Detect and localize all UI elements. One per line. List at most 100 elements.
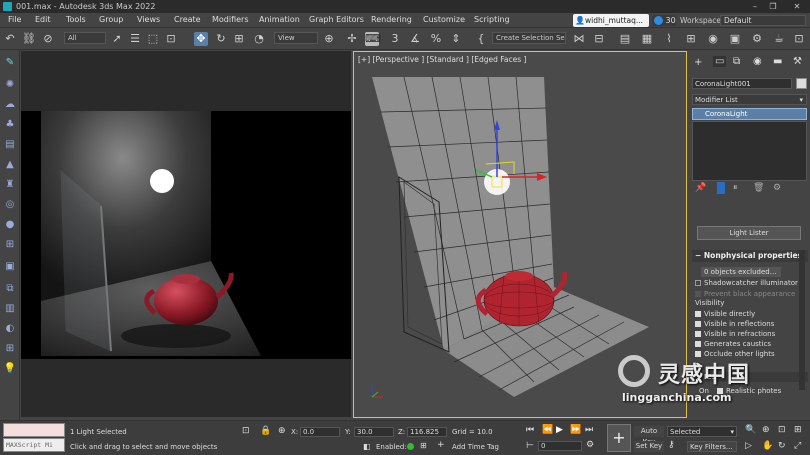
layer-explorer-icon[interactable]: ▤ — [618, 32, 632, 46]
bulb-icon[interactable]: 💡 — [3, 362, 17, 376]
named-selection-select[interactable]: Create Selection Se — [492, 32, 566, 44]
cylinder-icon[interactable]: ◎ — [3, 198, 17, 212]
create-icon[interactable]: ✎ — [3, 56, 17, 70]
viewport-label[interactable]: [+] [Perspective ] [Standard ] [Edged Fa… — [358, 55, 526, 64]
utilities-tab-icon[interactable]: ⚒ — [793, 56, 802, 67]
key-mode-select[interactable]: Selected ▾ — [667, 426, 737, 437]
add-time-tag-icon[interactable]: + — [437, 440, 445, 450]
zoom-all-icon[interactable]: ⊕ — [762, 425, 770, 435]
select-by-name-icon[interactable]: ☰ — [128, 32, 142, 46]
go-to-start-icon[interactable]: ⏮ — [526, 425, 534, 435]
curve-editor-icon[interactable]: ⌇ — [662, 32, 676, 46]
layers-icon[interactable]: ▤ — [3, 138, 17, 152]
menu-rendering[interactable]: Rendering — [371, 15, 412, 24]
play-icon[interactable]: ▶ — [556, 425, 563, 435]
toggle-ribbon-icon[interactable]: ▦ — [640, 32, 654, 46]
menu-animation[interactable]: Animation — [259, 15, 300, 24]
prevent-black-checkbox[interactable]: Prevent black appearance — [695, 290, 795, 298]
workspace-select[interactable]: Default — [720, 15, 806, 26]
visible-directly-checkbox[interactable]: Visible directly — [695, 310, 755, 318]
menu-file[interactable]: File — [8, 15, 21, 24]
go-to-end-icon[interactable]: ⏭ — [585, 425, 593, 435]
z-coord-field[interactable]: 116.825 — [407, 427, 447, 437]
tree-icon[interactable]: ♣ — [3, 118, 17, 132]
visible-refractions-checkbox[interactable]: Visible in refractions — [695, 330, 775, 338]
material-editor-icon[interactable]: ◉ — [706, 32, 720, 46]
pin-stack-icon[interactable]: 📌 — [695, 183, 706, 193]
grid-icon[interactable]: ⊞ — [3, 238, 17, 252]
rect-selection-icon[interactable]: ⬚ — [146, 32, 160, 46]
maximize-viewport-icon[interactable]: ⤢ — [794, 441, 801, 451]
object-color-swatch[interactable] — [796, 78, 807, 89]
menu-group[interactable]: Group — [99, 15, 123, 24]
orbit-icon[interactable]: ↻ — [778, 441, 786, 451]
keyboard-shortcut-icon[interactable]: ⌨ — [365, 32, 381, 46]
maxscript-input[interactable]: MAXScript Mi — [3, 438, 65, 452]
spinner-snap-icon[interactable]: ⇕ — [449, 32, 463, 46]
notifications-button[interactable]: 30 — [652, 15, 676, 26]
cone-icon[interactable]: ▲ — [3, 158, 17, 172]
set-key-big-button[interactable]: + — [607, 424, 631, 452]
render-production-icon[interactable]: ⊡ — [792, 32, 806, 46]
align-icon[interactable]: ⊟ — [592, 32, 606, 46]
bottle-icon[interactable]: ♜ — [3, 178, 17, 192]
add-time-tag-button[interactable]: Add Time Tag — [452, 443, 499, 451]
exclude-button[interactable]: 0 objects excluded... — [701, 267, 781, 277]
set-key-button[interactable]: Set Key — [634, 441, 664, 452]
next-frame-icon[interactable]: ⏩ — [570, 425, 581, 435]
minimize-button[interactable]: – — [748, 0, 762, 13]
modifier-stack-item[interactable]: CoronaLight — [692, 108, 807, 120]
link-icon[interactable]: ⛓ — [22, 32, 36, 46]
percent-snap-icon[interactable]: % — [429, 32, 443, 46]
create-tab-icon[interactable]: + — [694, 57, 702, 68]
render-icon[interactable]: ☕ — [772, 32, 786, 46]
gear-icon[interactable]: ✺ — [3, 78, 17, 92]
enabled-toggle[interactable] — [407, 443, 414, 450]
close-button[interactable]: ✕ — [790, 0, 804, 13]
unlink-icon[interactable]: ⊘ — [41, 32, 55, 46]
select-object-icon[interactable]: ➚ — [110, 32, 124, 46]
field-of-view-icon[interactable]: ▷ — [745, 441, 752, 451]
modifier-stack-list[interactable] — [692, 121, 807, 181]
menu-edit[interactable]: Edit — [35, 15, 51, 24]
generates-caustics-checkbox[interactable]: Generates caustics — [695, 340, 771, 348]
scale-icon[interactable]: ⊞ — [232, 32, 246, 46]
utilities-icon[interactable]: ⊞ — [3, 342, 17, 356]
visible-reflections-checkbox[interactable]: Visible in reflections — [695, 320, 774, 328]
time-config-icon[interactable]: ⊞ — [420, 441, 427, 450]
angle-snap-icon[interactable]: ∡ — [408, 32, 422, 46]
motion-icon[interactable]: ▥ — [3, 302, 17, 316]
menu-views[interactable]: Views — [137, 15, 160, 24]
placement-icon[interactable]: ◔ — [252, 32, 266, 46]
menu-tools[interactable]: Tools — [66, 15, 86, 24]
zoom-extents-icon[interactable]: ⊡ — [778, 425, 786, 435]
reference-coord-select[interactable]: View — [274, 32, 318, 44]
show-end-result-icon[interactable] — [717, 182, 725, 194]
zoom-extents-all-icon[interactable]: ⊞ — [794, 425, 802, 435]
y-coord-field[interactable]: 30.0 — [354, 427, 394, 437]
menu-create[interactable]: Create — [174, 15, 201, 24]
x-coord-field[interactable]: 0.0 — [300, 427, 340, 437]
menu-graph-editors[interactable]: Graph Editors — [309, 15, 364, 24]
current-frame-field[interactable]: 0 — [538, 441, 582, 451]
sphere-icon[interactable]: ● — [3, 218, 17, 232]
configure-modifier-icon[interactable]: ⚙ — [773, 183, 781, 193]
key-mode-icon[interactable]: ⊢ — [526, 441, 534, 451]
menu-modifiers[interactable]: Modifiers — [212, 15, 249, 24]
motion-tab-icon[interactable]: ◉ — [753, 56, 762, 67]
previous-frame-icon[interactable]: ⏪ — [542, 425, 553, 435]
pivot-icon[interactable]: ⊕ — [322, 32, 336, 46]
auto-key-button[interactable]: Auto Key — [634, 426, 664, 446]
schematic-view-icon[interactable]: ⊞ — [684, 32, 698, 46]
absolute-mode-icon[interactable]: ⊕ — [278, 426, 286, 436]
make-unique-icon[interactable]: ⏸ — [733, 183, 738, 193]
hierarchy-icon[interactable]: ⧉ — [3, 282, 17, 296]
snaps-toggle-icon[interactable]: 3 — [388, 32, 402, 46]
modify-icon[interactable]: ▣ — [3, 260, 17, 274]
isolate-icon[interactable]: ⊡ — [242, 426, 250, 436]
object-name-field[interactable]: CoronaLight001 — [692, 78, 792, 89]
rotate-icon[interactable]: ↻ — [214, 32, 228, 46]
remove-modifier-icon[interactable]: 🗑 — [753, 183, 764, 193]
select-manipulate-icon[interactable]: ✢ — [345, 32, 359, 46]
zoom-icon[interactable]: 🔍 — [745, 425, 756, 435]
